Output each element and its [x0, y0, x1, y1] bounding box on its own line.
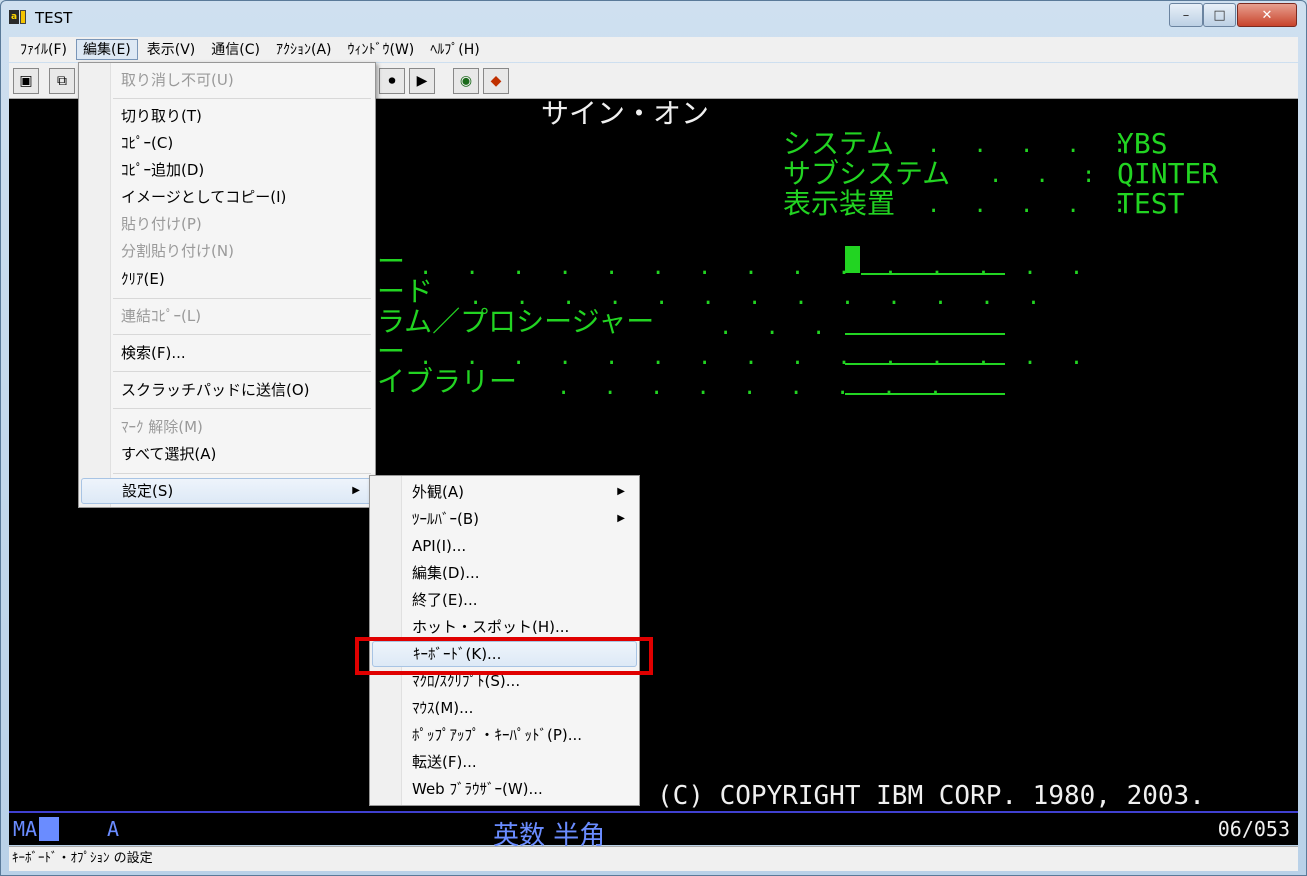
- program-label: ラム／プロシージャー: [377, 305, 655, 338]
- submenu-arrow-icon: ▶: [617, 486, 625, 497]
- menu-action[interactable]: ｱｸｼｮﾝ(A): [269, 39, 339, 60]
- maximize-button[interactable]: □: [1203, 3, 1236, 27]
- menu-dots: . . . . . . . . . . . . . . .: [419, 345, 1094, 370]
- menu-item-copy-image[interactable]: イメージとしてコピー(I): [81, 184, 373, 210]
- menu-view[interactable]: 表示(V): [140, 39, 203, 60]
- play-macro-icon[interactable]: ▶: [409, 68, 435, 94]
- user-field[interactable]: [861, 273, 1005, 275]
- subsystem-label: サブシステム: [783, 157, 951, 190]
- library-field[interactable]: [845, 393, 1005, 395]
- menu-field[interactable]: [845, 363, 1005, 365]
- title-bar: a TEST – □ ✕: [1, 1, 1306, 35]
- menu-item-find[interactable]: 検索(F)...: [81, 340, 373, 366]
- user-dots: . . . . . . . . . . . . . . .: [419, 255, 1094, 280]
- subsystem-value: QINTER: [1117, 157, 1219, 190]
- menu-item-mouse[interactable]: ﾏｳｽ(M)...: [372, 695, 637, 721]
- menu-separator: [113, 473, 371, 474]
- menu-communication[interactable]: 通信(C): [204, 39, 267, 60]
- menu-item-unmark[interactable]: ﾏｰｸ 解除(M): [81, 414, 373, 440]
- menu-item-exit[interactable]: 終了(E)...: [372, 587, 637, 613]
- menu-item-appearance-label: 外観(A): [412, 483, 464, 501]
- window-title: TEST: [35, 9, 73, 27]
- menu-item-undo[interactable]: 取り消し不可(U): [81, 67, 373, 93]
- oia-line: MA A 英数 半角 06/053: [9, 811, 1298, 851]
- system-label: システム: [783, 127, 895, 160]
- menu-item-clear[interactable]: ｸﾘｱ(E): [81, 266, 373, 292]
- menu-edit[interactable]: 編集(E): [75, 39, 138, 60]
- menu-item-cut[interactable]: 切り取り(T): [81, 103, 373, 129]
- program-dots: . . .: [719, 315, 836, 340]
- record-macro-icon[interactable]: ⏺: [379, 68, 405, 94]
- library-dots: . . . . . . . . .: [557, 375, 953, 400]
- menu-file[interactable]: ﾌｧｲﾙ(F): [13, 39, 74, 60]
- copyright-text: (C) COPYRIGHT IBM CORP. 1980, 2003.: [657, 781, 1205, 811]
- screen-heading: サイン・オン: [541, 99, 710, 130]
- status-bar: ｷｰﾎﾞｰﾄﾞ・ｵﾌﾟｼｮﾝ の設定: [9, 846, 1298, 871]
- menu-item-select-all[interactable]: すべて選択(A): [81, 441, 373, 467]
- tag-icon[interactable]: ◆: [483, 68, 509, 94]
- menu-bar: ﾌｧｲﾙ(F) 編集(E) 表示(V) 通信(C) ｱｸｼｮﾝ(A) ｳｨﾝﾄﾞ…: [9, 37, 1298, 62]
- menu-item-paste[interactable]: 貼り付け(P): [81, 211, 373, 237]
- menu-item-paste-split[interactable]: 分割貼り付け(N): [81, 238, 373, 264]
- menu-item-settings-label: 設定(S): [122, 482, 174, 500]
- display-dots: . . . . :: [927, 193, 1137, 218]
- menu-item-toolbar-label: ﾂｰﾙﾊﾞｰ(B): [412, 510, 479, 528]
- menu-separator: [113, 371, 371, 372]
- menu-item-appearance[interactable]: 外観(A) ▶: [372, 479, 637, 505]
- library-label: イブラリー: [377, 365, 518, 398]
- menu-item-edit[interactable]: 編集(D)...: [372, 560, 637, 586]
- menu-separator: [113, 408, 371, 409]
- world-icon[interactable]: ◉: [453, 68, 479, 94]
- menu-item-copy[interactable]: ｺﾋﾟｰ(C): [81, 130, 373, 156]
- menu-item-popup-keypad[interactable]: ﾎﾟｯﾌﾟｱｯﾌﾟ・ｷｰﾊﾟｯﾄﾞ(P)...: [372, 722, 637, 748]
- menu-window[interactable]: ｳｨﾝﾄﾞｳ(W): [341, 39, 422, 60]
- oia-ma: MA: [13, 817, 38, 841]
- menu-separator: [113, 298, 371, 299]
- system-dots: . . . . :: [927, 133, 1137, 158]
- app-icon[interactable]: a: [9, 10, 27, 26]
- subsystem-dots: . . :: [989, 163, 1106, 188]
- minimize-button[interactable]: –: [1169, 3, 1203, 27]
- display-label: 表示装置: [783, 187, 896, 220]
- submenu-arrow-icon: ▶: [352, 485, 360, 496]
- menu-item-linked-copy[interactable]: 連結ｺﾋﾟｰ(L): [81, 303, 373, 329]
- user-label: ー: [377, 245, 406, 278]
- program-field[interactable]: [845, 333, 1005, 335]
- menu-separator: [113, 98, 371, 99]
- display-value: TEST: [1117, 187, 1185, 220]
- menu-item-settings[interactable]: 設定(S) ▶: [81, 478, 373, 504]
- highlight-box: [355, 637, 653, 675]
- menu-item-scratchpad[interactable]: スクラッチパッドに送信(O): [81, 377, 373, 403]
- menu-separator: [113, 334, 371, 335]
- menu-item-copy-append[interactable]: ｺﾋﾟｰ追加(D): [81, 157, 373, 183]
- oia-a: A: [107, 817, 120, 841]
- menu-item-web-browser[interactable]: Web ﾌﾞﾗｳｻﾞｰ(W)...: [372, 776, 637, 802]
- cursor-position: 06/053: [1217, 817, 1290, 841]
- print-screen-icon[interactable]: ▣: [13, 68, 39, 94]
- oia-indicator: [39, 817, 59, 841]
- menu-help[interactable]: ﾍﾙﾌﾟ(H): [423, 39, 486, 60]
- menu-item-toolbar[interactable]: ﾂｰﾙﾊﾞｰ(B) ▶: [372, 506, 637, 532]
- password-label: ード: [377, 275, 434, 308]
- menu-item-transfer[interactable]: 転送(F)...: [372, 749, 637, 775]
- menu-item-api[interactable]: API(I)...: [372, 533, 637, 559]
- submenu-arrow-icon: ▶: [617, 513, 625, 524]
- text-cursor: [845, 246, 860, 273]
- system-value: YBS: [1117, 127, 1168, 160]
- edit-menu: 取り消し不可(U) 切り取り(T) ｺﾋﾟｰ(C) ｺﾋﾟｰ追加(D) イメージ…: [78, 62, 376, 508]
- close-button[interactable]: ✕: [1237, 3, 1297, 27]
- menu-label: ー: [377, 335, 406, 368]
- copy-icon[interactable]: ⧉: [49, 68, 75, 94]
